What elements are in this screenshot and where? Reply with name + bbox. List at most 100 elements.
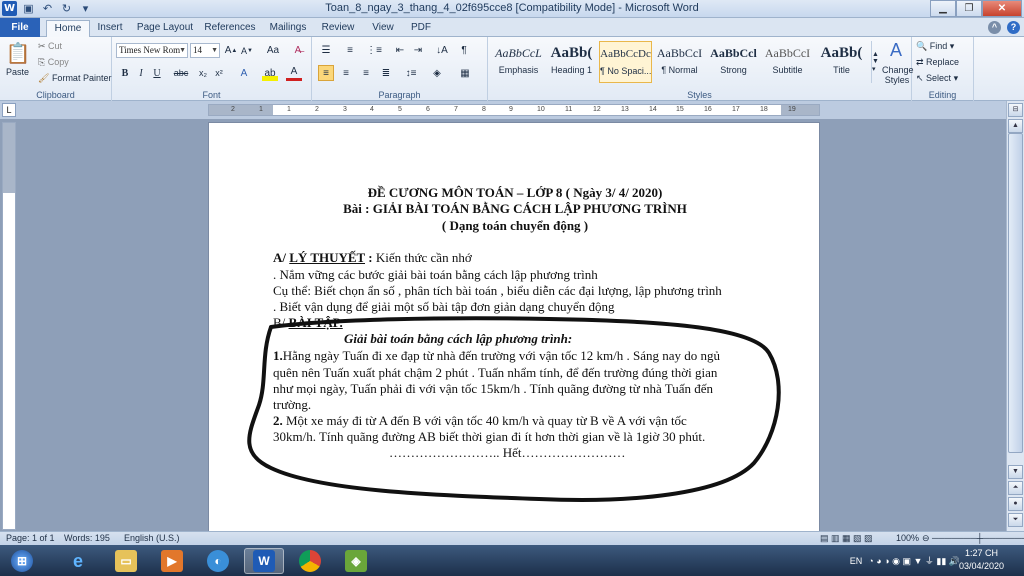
underline-button[interactable]: U	[150, 65, 164, 81]
italic-button[interactable]: I	[134, 65, 148, 81]
multilevel-list-icon[interactable]: ⋮≡	[364, 43, 384, 58]
change-styles-button[interactable]: Change Styles	[882, 65, 914, 85]
next-page-button[interactable]: ⏷	[1008, 513, 1023, 527]
tab-file[interactable]: File	[0, 18, 40, 37]
text-effects-icon[interactable]: A	[236, 65, 252, 81]
tab-insert[interactable]: Insert	[92, 20, 128, 37]
select-button[interactable]: ↖ Select ▾	[916, 73, 958, 84]
page-count[interactable]: Page: 1 of 1	[6, 533, 55, 543]
clock[interactable]: 1:27 CH 03/04/2020	[959, 547, 1004, 573]
tab-home[interactable]: Home	[46, 20, 90, 37]
style-normal[interactable]: AaBbCcI ¶ Normal	[653, 41, 706, 83]
ruler-toggle-icon[interactable]: ⊟	[1008, 103, 1023, 117]
taskbar-media[interactable]: ▶	[152, 548, 192, 574]
taskbar-explorer[interactable]: ▭	[106, 548, 146, 574]
shrink-font-icon[interactable]: A ▼	[240, 43, 254, 58]
clear-formatting-icon[interactable]: A̶	[290, 43, 306, 58]
problem-1-line-2: quên nên Tuấn xuất phát chậm 2 phút . Tu…	[273, 365, 718, 380]
scroll-thumb[interactable]	[1008, 133, 1023, 453]
ribbon-collapse-icon[interactable]: ^	[988, 21, 1001, 34]
align-center-icon[interactable]: ≡	[338, 65, 354, 81]
tab-mailings[interactable]: Mailings	[266, 20, 310, 37]
tab-view[interactable]: View	[368, 20, 398, 37]
tray-icons[interactable]: ◔ ◕ ◑ ◉ ▣ ▼ ⏚ ▮▮ 🔊	[868, 554, 960, 567]
superscript-button[interactable]: x²	[212, 65, 226, 81]
close-button[interactable]: ✕	[982, 0, 1022, 17]
scroll-down-button[interactable]: ▼	[1008, 465, 1023, 479]
vertical-scrollbar[interactable]: ⊟ ▲ ▼ ⏶ ● ⏷	[1006, 101, 1024, 531]
paste-icon[interactable]: 📋	[4, 41, 32, 65]
bullets-icon[interactable]: ☰	[316, 43, 336, 58]
font-name-combo[interactable]: Times New Rom ▼	[116, 43, 188, 58]
justify-icon[interactable]: ≣	[378, 65, 394, 81]
taskbar-app-2[interactable]: ◈	[336, 548, 376, 574]
replace-button[interactable]: ⇄ Replace	[916, 57, 959, 68]
vertical-ruler[interactable]	[2, 122, 16, 530]
subscript-button[interactable]: x₂	[196, 65, 210, 81]
find-button[interactable]: 🔍 Find ▾	[916, 41, 954, 52]
help-icon[interactable]: ?	[1007, 21, 1020, 34]
language-indicator[interactable]: EN	[850, 556, 863, 566]
document-page[interactable]: ĐỀ CƯƠNG MÔN TOÁN – LỚP 8 ( Ngày 3/ 4/ 2…	[208, 122, 820, 531]
decrease-indent-icon[interactable]: ⇤	[392, 43, 408, 58]
word-count[interactable]: Words: 195	[64, 533, 110, 543]
change-case-icon[interactable]: Aa	[264, 43, 282, 58]
problem-1-line-1: 1.Hằng ngày Tuấn đi xe đạp từ nhà đến tr…	[273, 348, 720, 364]
borders-icon[interactable]: ▦	[456, 65, 474, 81]
taskbar-chrome[interactable]	[290, 548, 330, 574]
tab-pdf[interactable]: PDF	[408, 20, 434, 37]
bold-button[interactable]: B	[118, 65, 132, 81]
style-strong[interactable]: AaBbCcl Strong	[707, 41, 760, 83]
windows-logo-icon: ⊞	[11, 550, 33, 572]
minimize-button[interactable]: ▁	[930, 0, 956, 17]
horizontal-ruler[interactable]: 2 1 1 2 3 4 5 6 7 8 9 10 11 12 13 14 15 16 17 18 19	[208, 104, 820, 116]
highlight-icon[interactable]: ab	[262, 65, 278, 81]
select-browse-object-button[interactable]: ●	[1008, 497, 1023, 511]
strikethrough-button[interactable]: abc	[170, 65, 192, 81]
cut-button[interactable]: ✂ Cut	[38, 41, 62, 52]
help-area: ^ ?	[988, 21, 1020, 34]
change-styles-icon[interactable]: A	[882, 39, 910, 61]
section-b-heading: BÀI TẬP.	[288, 315, 343, 330]
style-no-spacing[interactable]: AaBbCcDc ¶ No Spaci...	[599, 41, 652, 83]
shading-icon[interactable]: ◈	[428, 65, 446, 81]
tab-references[interactable]: References	[204, 20, 256, 37]
style-subtitle[interactable]: AaBbCcI Subtitle	[761, 41, 814, 83]
line-spacing-icon[interactable]: ↕≡	[402, 65, 420, 81]
styles-scroll[interactable]: ▲ ▼ ▾	[871, 41, 879, 83]
prev-page-button[interactable]: ⏶	[1008, 481, 1023, 495]
scissors-icon: ✂	[38, 41, 49, 51]
taskbar-word[interactable]: W	[244, 548, 284, 574]
end-marker: …………………….. Hết……………………	[389, 445, 626, 460]
taskbar-app[interactable]: ◐	[198, 548, 238, 574]
grow-font-icon[interactable]: A ▲	[224, 43, 238, 58]
style-heading-1[interactable]: AaBb( Heading 1	[545, 41, 598, 83]
title-bar: W ▣ ↶ ↻ ▾ Toan_8_ngay_3_thang_4_02f695cc…	[0, 0, 1024, 18]
tab-page-layout[interactable]: Page Layout	[136, 20, 194, 37]
zoom-slider[interactable]: ⊖ ───────┼─────── ⊕	[922, 533, 1024, 544]
view-buttons[interactable]: ▤ ▥ ▦ ▧ ▨	[820, 533, 873, 544]
show-formatting-icon[interactable]: ¶	[456, 43, 472, 58]
style-emphasis[interactable]: AaBbCcL Emphasis	[492, 41, 545, 83]
sort-icon[interactable]: ↓A	[434, 43, 450, 58]
tab-selector-icon[interactable]: L	[2, 103, 16, 117]
zoom-level[interactable]: 100%	[896, 533, 919, 543]
maximize-button[interactable]: ❐	[956, 0, 982, 17]
format-painter-button[interactable]: 🖌 Format Painter	[38, 73, 111, 84]
taskbar-ie[interactable]: e	[58, 548, 98, 574]
copy-button[interactable]: ⎘ Copy	[38, 57, 69, 68]
tab-review[interactable]: Review	[320, 20, 356, 37]
numbering-icon[interactable]: ≡	[340, 43, 360, 58]
start-button[interactable]: ⊞	[2, 548, 42, 574]
align-left-icon[interactable]: ≡	[318, 65, 334, 81]
language-status[interactable]: English (U.S.)	[124, 533, 180, 543]
document-area[interactable]: ĐỀ CƯƠNG MÔN TOÁN – LỚP 8 ( Ngày 3/ 4/ 2…	[18, 119, 1006, 531]
scroll-up-button[interactable]: ▲	[1008, 119, 1023, 133]
paragraph-label: Paragraph	[378, 90, 421, 100]
style-title[interactable]: AaBb( Title	[815, 41, 868, 83]
paste-button[interactable]: Paste	[6, 67, 29, 77]
font-color-icon[interactable]: A	[286, 65, 302, 81]
align-right-icon[interactable]: ≡	[358, 65, 374, 81]
font-size-combo[interactable]: 14 ▼	[190, 43, 220, 58]
increase-indent-icon[interactable]: ⇥	[410, 43, 426, 58]
